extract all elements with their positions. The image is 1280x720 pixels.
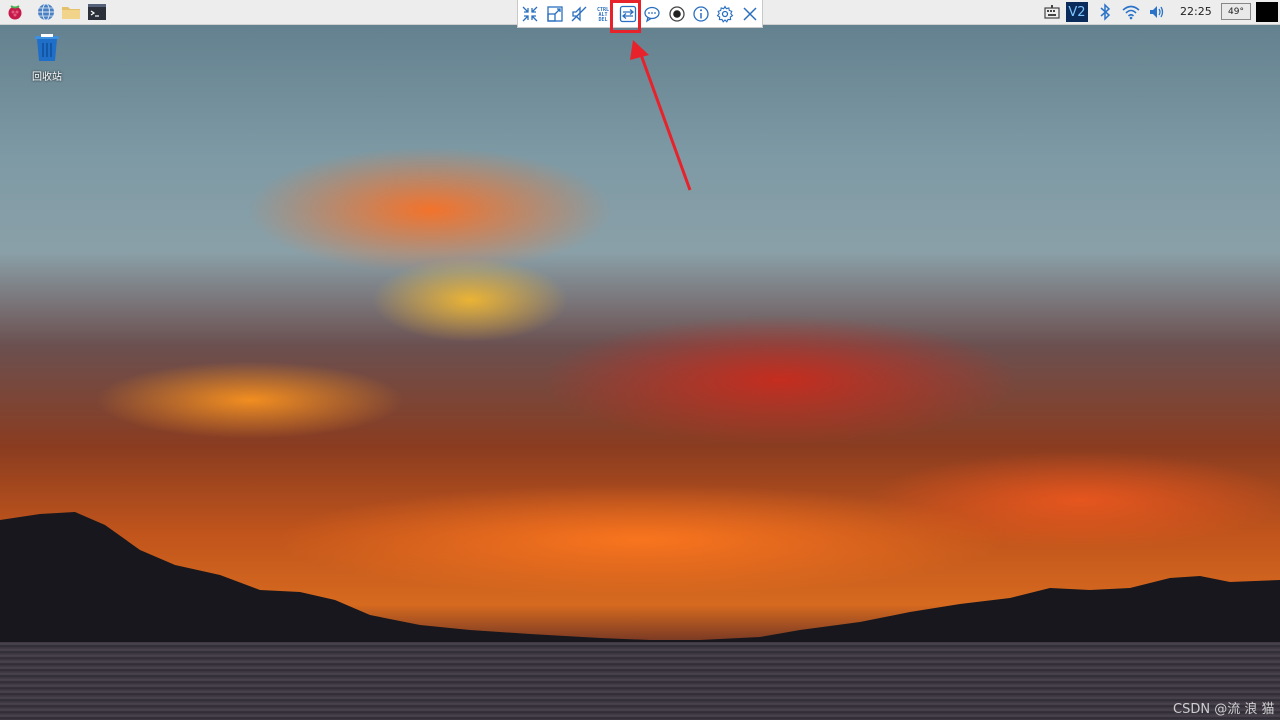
vnc-tray-label: V2 [1068, 4, 1086, 20]
clock[interactable]: 22:25 [1180, 5, 1212, 18]
raspberry-menu-icon[interactable] [5, 2, 25, 22]
keyboard-icon[interactable] [1042, 2, 1062, 22]
fullscreen-exit-button[interactable] [518, 0, 542, 27]
gear-icon [716, 4, 734, 23]
chat-button[interactable] [640, 0, 664, 27]
vnc-tray-icon[interactable]: V2 [1066, 2, 1088, 22]
settings-button[interactable] [713, 0, 737, 27]
info-icon [693, 5, 709, 22]
volume-icon[interactable] [1147, 2, 1167, 22]
info-button[interactable] [689, 0, 713, 27]
close-icon [743, 6, 757, 21]
chat-icon [644, 6, 660, 22]
watermark: CSDN @流 浪 猫 [1173, 702, 1275, 717]
mute-button[interactable] [567, 0, 591, 27]
close-button[interactable] [738, 0, 762, 27]
trash-desktop-icon[interactable]: 回收站 [28, 30, 66, 83]
web-browser-icon[interactable] [36, 2, 56, 22]
svg-text:DEL: DEL [599, 17, 608, 23]
cpu-temp-monitor[interactable]: 49° [1221, 3, 1251, 20]
record-icon [668, 5, 685, 22]
terminal-icon[interactable] [87, 2, 107, 22]
highlight-box [610, 0, 641, 33]
mountain-silhouette [0, 512, 1280, 645]
trash-label: 回收站 [32, 72, 62, 83]
scale-icon [546, 5, 563, 22]
scale-button[interactable] [542, 0, 566, 27]
collapse-arrows-icon [522, 6, 538, 21]
sea [0, 642, 1280, 720]
cpu-usage-monitor[interactable] [1256, 2, 1278, 22]
wifi-icon[interactable] [1121, 2, 1141, 22]
trash-icon [35, 34, 59, 61]
record-button[interactable] [664, 0, 688, 27]
bluetooth-icon[interactable] [1095, 2, 1115, 22]
mute-icon [571, 5, 587, 22]
file-manager-icon[interactable] [61, 2, 81, 22]
